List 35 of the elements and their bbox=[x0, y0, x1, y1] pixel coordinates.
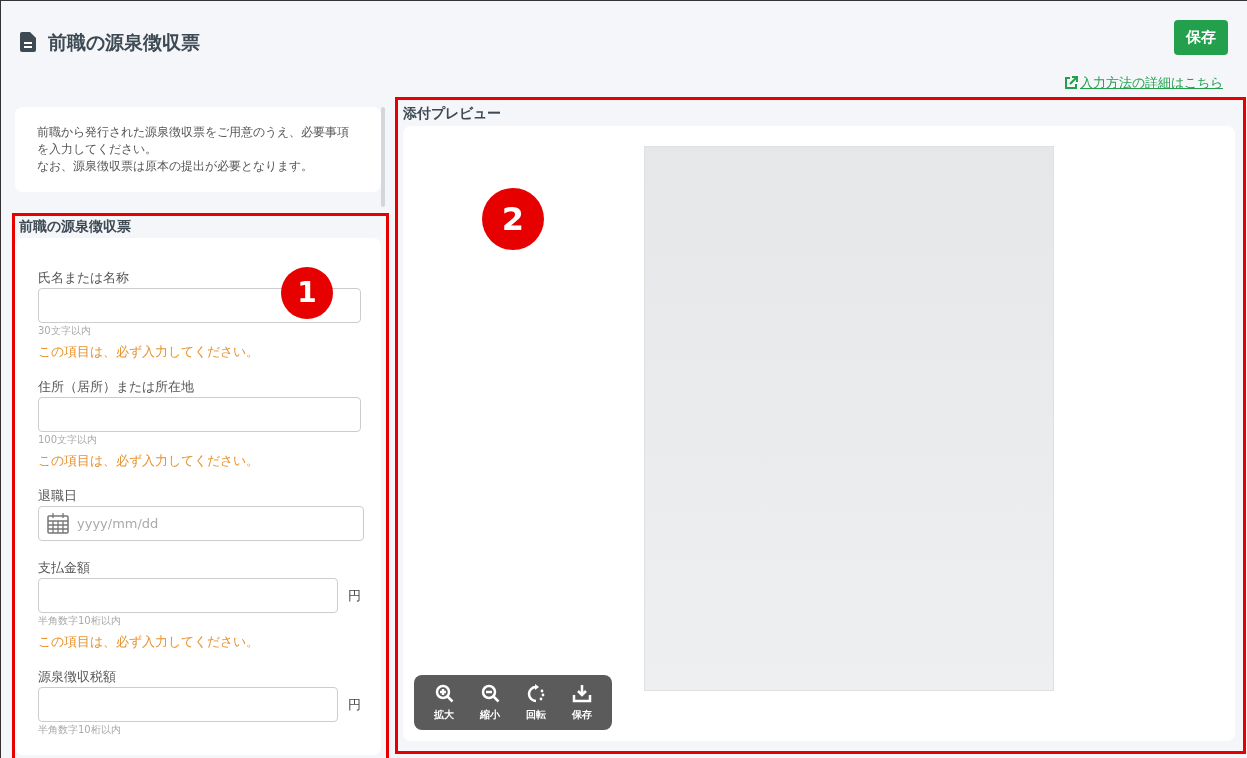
toolbar-button[interactable]: 回転 bbox=[518, 683, 554, 722]
unit-label: 円 bbox=[348, 586, 361, 605]
field-hint: 半角数字10桁以内 bbox=[38, 614, 122, 628]
field-hint: 30文字以内 bbox=[38, 324, 92, 338]
field-label: 住所（居所）または所在地 bbox=[38, 378, 195, 396]
download-icon bbox=[572, 683, 592, 703]
notice-text: なお、源泉徴収票は原本の提出が必要となります。 bbox=[37, 158, 314, 175]
rotate-icon bbox=[526, 683, 546, 703]
field-label: 退職日 bbox=[38, 487, 78, 505]
error-message: この項目は、必ず入力してください。 bbox=[38, 452, 260, 470]
amount-input-field[interactable] bbox=[38, 578, 338, 613]
field-label: 支払金額 bbox=[38, 559, 91, 577]
document-icon bbox=[20, 32, 36, 53]
amount-input-field[interactable] bbox=[38, 687, 338, 722]
field-label: 源泉徴収税額 bbox=[38, 668, 117, 686]
field-hint: 100文字以内 bbox=[38, 433, 99, 447]
toolbar-button[interactable]: 保存 bbox=[564, 683, 600, 722]
preview-title: 添付プレビュー bbox=[403, 104, 502, 123]
unit-label: 円 bbox=[348, 695, 361, 714]
error-message: この項目は、必ず入力してください。 bbox=[38, 343, 260, 361]
scrollbar[interactable] bbox=[381, 107, 385, 207]
date-input-field[interactable]: yyyy/mm/dd bbox=[38, 506, 364, 541]
calendar-icon bbox=[47, 512, 69, 534]
page-title: 前職の源泉徴収票 bbox=[48, 30, 200, 55]
error-message: この項目は、必ず入力してください。 bbox=[38, 633, 260, 651]
section-title: 前職の源泉徴収票 bbox=[19, 217, 132, 236]
toolbar-button[interactable]: 縮小 bbox=[472, 683, 508, 722]
text-input-field[interactable] bbox=[38, 397, 361, 432]
toolbar-button[interactable]: 拡大 bbox=[426, 683, 462, 722]
zoom-out-icon bbox=[480, 683, 500, 703]
field-label: 氏名または名称 bbox=[38, 269, 130, 287]
zoom-in-icon bbox=[434, 683, 454, 703]
field-hint: 半角数字10桁以内 bbox=[38, 723, 122, 737]
external-link-icon bbox=[1064, 76, 1078, 90]
notice-text: 前職から発行された源泉徴収票をご用意のうえ、必要事項を入力してください。 bbox=[37, 124, 350, 158]
